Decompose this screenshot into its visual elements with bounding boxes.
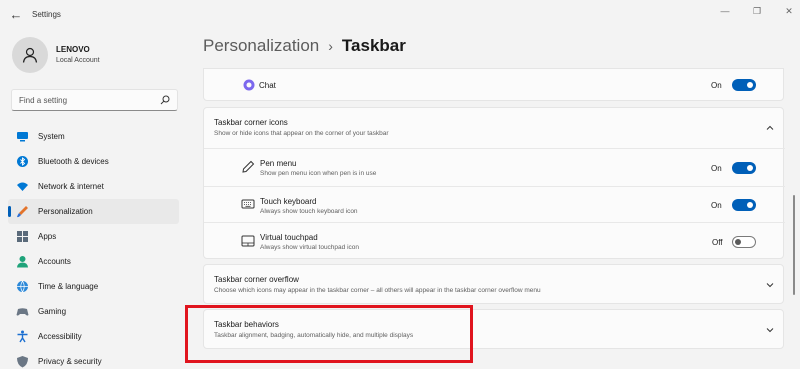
section-title: Taskbar corner overflow	[214, 275, 299, 284]
sidebar-item-label: Personalization	[38, 207, 93, 216]
wifi-icon	[17, 182, 28, 191]
row-subtitle: Always show virtual touchpad icon	[260, 244, 359, 251]
highlight-box	[185, 305, 473, 363]
section-subtitle: Show or hide icons that appear on the co…	[214, 130, 389, 137]
toggle-state: On	[711, 201, 722, 210]
sidebar-item-bluetooth[interactable]: Bluetooth & devices	[8, 149, 179, 174]
search-input[interactable]: Find a setting	[11, 89, 178, 111]
search-placeholder: Find a setting	[19, 96, 68, 105]
touchpad-icon	[241, 235, 255, 247]
back-arrow-icon[interactable]: ←	[8, 7, 24, 23]
sidebar-item-label: Time & language	[38, 282, 99, 291]
row-title: Virtual touchpad	[260, 233, 318, 242]
toggle-knob	[735, 239, 741, 245]
chat-toggle-state: On	[711, 81, 722, 90]
toggle-state: Off	[712, 238, 723, 247]
section-subtitle: Choose which icons may appear in the tas…	[214, 287, 541, 294]
sidebar-item-time-language[interactable]: Time & language	[8, 274, 179, 299]
sidebar-item-label: Privacy & security	[38, 357, 102, 366]
row-subtitle: Show pen menu icon when pen is in use	[260, 170, 377, 177]
app-title: Settings	[32, 10, 61, 19]
row-subtitle: Always show touch keyboard icon	[260, 208, 358, 215]
brush-icon	[17, 206, 28, 218]
sidebar-item-label: Bluetooth & devices	[38, 157, 109, 166]
taskbar-corner-icons-section: Taskbar corner icons Show or hide icons …	[203, 107, 785, 259]
avatar	[12, 37, 48, 73]
chat-icon	[243, 79, 255, 91]
accounts-icon	[17, 256, 28, 268]
chat-label: Chat	[259, 81, 276, 90]
taskbar-corner-overflow-section[interactable]: Taskbar corner overflow Choose which ico…	[203, 264, 784, 304]
bluetooth-icon	[17, 156, 28, 167]
apps-icon	[17, 231, 28, 242]
breadcrumb-parent[interactable]: Personalization	[203, 36, 319, 55]
title-bar: ← Settings — ❐ ✕	[0, 0, 800, 30]
account-type: Local Account	[56, 57, 100, 64]
sidebar-item-label: System	[38, 132, 65, 141]
taskbar-corner-icons-header[interactable]: Taskbar corner icons Show or hide icons …	[204, 108, 785, 148]
system-icon	[17, 132, 28, 142]
section-title: Taskbar corner icons	[214, 118, 288, 127]
shield-icon	[17, 356, 28, 368]
touch-keyboard-toggle[interactable]	[732, 199, 756, 211]
sidebar-item-label: Accounts	[38, 257, 71, 266]
pen-icon	[242, 160, 255, 173]
sidebar-nav: System Bluetooth & devices Network & int…	[8, 124, 179, 369]
sidebar-item-label: Gaming	[38, 307, 67, 316]
toggle-knob	[747, 165, 753, 171]
chat-toggle[interactable]	[732, 79, 756, 91]
pen-menu-toggle[interactable]	[732, 162, 756, 174]
sidebar-item-privacy-security[interactable]: Privacy & security	[8, 349, 179, 369]
sidebar-item-network[interactable]: Network & internet	[8, 174, 179, 199]
sidebar-item-gaming[interactable]: Gaming	[8, 299, 179, 324]
toggle-knob	[747, 202, 753, 208]
page-title: Taskbar	[341, 36, 406, 55]
pen-menu-row: Pen menu Show pen menu icon when pen is …	[204, 149, 785, 186]
row-title: Touch keyboard	[260, 197, 317, 206]
chevron-down-icon	[766, 283, 774, 288]
chevron-down-icon	[766, 328, 774, 333]
chevron-up-icon	[766, 125, 774, 130]
close-button[interactable]: ✕	[782, 6, 796, 17]
active-indicator	[8, 206, 11, 217]
chat-row: Chat On	[203, 68, 784, 101]
virtual-touchpad-row: Virtual touchpad Always show virtual tou…	[204, 223, 785, 259]
breadcrumb-separator: ›	[328, 38, 333, 54]
sidebar-item-label: Network & internet	[38, 182, 104, 191]
sidebar-item-apps[interactable]: Apps	[8, 224, 179, 249]
toggle-state: On	[711, 164, 722, 173]
virtual-touchpad-toggle[interactable]	[732, 236, 756, 248]
keyboard-icon	[241, 199, 255, 209]
toggle-knob	[747, 82, 753, 88]
globe-icon	[17, 280, 28, 293]
person-icon	[22, 47, 38, 63]
search-icon	[160, 95, 170, 105]
sidebar-item-personalization[interactable]: Personalization	[8, 199, 179, 224]
user-name: LENOVO	[56, 45, 90, 54]
sidebar-item-accessibility[interactable]: Accessibility	[8, 324, 179, 349]
minimize-button[interactable]: —	[718, 6, 732, 16]
sidebar-item-system[interactable]: System	[8, 124, 179, 149]
gaming-icon	[16, 308, 29, 316]
sidebar-item-label: Apps	[38, 232, 57, 241]
sidebar-item-accounts[interactable]: Accounts	[8, 249, 179, 274]
breadcrumb: Personalization › Taskbar	[203, 36, 406, 56]
row-title: Pen menu	[260, 159, 297, 168]
maximize-button[interactable]: ❐	[750, 6, 764, 17]
scrollbar[interactable]	[793, 195, 795, 295]
sidebar-item-label: Accessibility	[38, 332, 82, 341]
accessibility-icon	[17, 330, 28, 343]
touch-keyboard-row: Touch keyboard Always show touch keyboar…	[204, 187, 785, 222]
